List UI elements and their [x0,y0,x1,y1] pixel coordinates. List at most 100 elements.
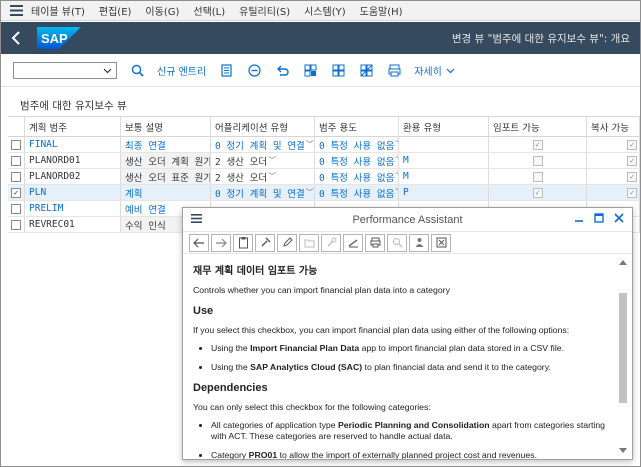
menu-selection[interactable]: 선택(L) [193,3,225,18]
forward-arrow-icon[interactable] [211,233,231,252]
row-select-checkbox[interactable] [8,153,25,168]
checkbox[interactable] [11,203,21,214]
undo-icon[interactable] [274,63,290,79]
dialog-toolbar [183,232,632,254]
menu-help[interactable]: 도움말(H) [360,3,403,18]
select-all-column[interactable] [8,117,25,136]
checkbox[interactable] [11,139,21,150]
description-cell[interactable]: 계획 [121,185,211,200]
scroll-thumb[interactable] [619,293,627,403]
table-row[interactable]: PLANORD02생산 오더 표준 원가2 생산 오더﹀0 특정 사용 없음﹀M… [8,169,640,185]
row-select-checkbox[interactable] [8,217,25,232]
select-all-icon[interactable] [302,63,318,79]
checkbox[interactable] [11,155,21,166]
folder-icon[interactable] [299,233,319,252]
note-icon[interactable] [343,233,363,252]
hamburger-menu-icon[interactable] [1,5,31,16]
back-button[interactable] [1,22,31,54]
find-icon[interactable] [129,63,145,79]
column-header-copy[interactable]: 복사 가능 [587,117,640,136]
row-select-checkbox[interactable]: ✓ [8,185,25,200]
chevron-down-icon[interactable]: ﹀ [306,187,314,198]
checkbox[interactable] [11,171,21,182]
usage-cell[interactable]: 0 특정 사용 없음﹀ [315,153,399,168]
category-cell[interactable]: PRELIM [25,201,121,216]
currency-type-cell[interactable]: P [399,185,489,200]
description-cell[interactable]: 최종 연결 [121,137,211,152]
menu-table-view[interactable]: 테이블 뷰(T) [31,3,85,18]
column-header-currency-type[interactable]: 환용 유형 [399,117,489,136]
scrollbar[interactable] [618,260,628,455]
import-checkbox [532,171,543,182]
category-cell[interactable]: PLN [25,185,121,200]
menu-bar: 테이블 뷰(T) 편집(E) 이동(G) 선택(L) 유틸리티(S) 시스템(Y… [1,1,640,21]
use-options-list: Using the Import Financial Plan Data app… [211,343,612,373]
deselect-all-icon[interactable] [358,63,374,79]
column-header-import[interactable]: 임포트 가능 [489,117,587,136]
category-cell[interactable]: PLANORD01 [25,153,121,168]
technical-info-icon[interactable] [255,233,275,252]
usage-cell[interactable]: 0 특정 사용 없음﹀ [315,169,399,184]
column-header-usage[interactable]: 범주 용도 [315,117,399,136]
chevron-down-icon[interactable]: ﹀ [306,139,314,150]
column-header-app-type[interactable]: 어플리케이션 유형 [211,117,315,136]
app-type-cell[interactable]: 2 생산 오더 ﹀ [211,153,315,168]
chevron-down-icon[interactable]: ﹀ [268,155,276,166]
scroll-down-icon[interactable] [619,448,627,453]
details-menu-button[interactable]: 자세히 [414,63,455,78]
new-entries-button[interactable]: 신규 엔트리 [157,63,206,78]
svg-text:SAP: SAP [41,31,68,46]
category-cell[interactable]: REVREC01 [25,217,121,232]
close-icon[interactable] [614,213,624,223]
currency-type-cell[interactable] [399,137,489,152]
print-icon[interactable] [386,63,402,79]
usage-cell[interactable]: 0 특정 사용 없음﹀ [315,185,399,200]
usage-cell[interactable]: 0 특정 사용 없음﹀ [315,137,399,152]
copy-as-icon[interactable] [218,63,234,79]
row-select-checkbox[interactable] [8,169,25,184]
description-cell[interactable]: 생산 오더 표준 원가 [121,169,211,184]
app-type-cell[interactable]: 0 정기 계획 및 연결 ﹀ [211,137,315,152]
category-cell[interactable]: FINAL [25,137,121,152]
delete-icon[interactable] [246,63,262,79]
table-row[interactable]: FINAL최종 연결0 정기 계획 및 연결﹀0 특정 사용 없음﹀ ✓ ✓ [8,137,640,153]
edit-icon[interactable] [277,233,297,252]
document-icon[interactable] [233,233,253,252]
scroll-up-icon[interactable] [619,260,627,265]
table-row[interactable]: PLANORD01생산 오더 계획 원가2 생산 오더﹀0 특정 사용 없음﹀M… [8,153,640,169]
column-header-description[interactable]: 보통 설명 [121,117,211,136]
command-dropdown[interactable] [13,62,117,79]
back-arrow-icon[interactable] [189,233,209,252]
category-cell[interactable]: PLANORD02 [25,169,121,184]
chevron-down-icon [103,68,112,73]
list-item: All categories of application type Perio… [211,420,612,442]
menu-goto[interactable]: 이동(G) [145,3,179,18]
currency-type-cell[interactable]: M [399,153,489,168]
menu-system[interactable]: 시스템(Y) [304,3,346,18]
app-type-cell[interactable]: 2 생산 오더 ﹀ [211,169,315,184]
row-select-checkbox[interactable] [8,201,25,216]
column-header-category[interactable]: 계획 범주 [25,117,121,136]
row-select-checkbox[interactable] [8,137,25,152]
copy-checkbox: ✓ [627,171,637,182]
menu-utilities[interactable]: 유틸리티(S) [239,3,290,18]
chevron-down-icon[interactable]: ﹀ [268,171,276,182]
select-block-icon[interactable] [330,63,346,79]
app-type-cell[interactable]: 0 정기 계획 및 연결 ﹀ [211,185,315,200]
hamburger-menu-icon[interactable] [191,213,202,226]
link-icon[interactable] [321,233,341,252]
table-row[interactable]: ✓ PLN계획0 정기 계획 및 연결﹀0 특정 사용 없음﹀P ✓ ✓ [8,185,640,201]
maximize-icon[interactable] [594,213,604,223]
print-icon[interactable] [365,233,385,252]
checkbox[interactable] [11,219,21,230]
help-content: 재무 계획 데이터 임포트 가능 Controls whether you ca… [193,258,612,459]
close-box-icon[interactable] [431,233,451,252]
menu-edit[interactable]: 편집(E) [99,3,132,18]
checkbox[interactable]: ✓ [11,187,21,198]
search-icon[interactable] [387,233,407,252]
description-cell[interactable]: 생산 오더 계획 원가 [121,153,211,168]
import-checkbox [532,155,543,166]
currency-type-cell[interactable]: M [399,169,489,184]
minimize-icon[interactable] [574,213,584,223]
person-icon[interactable] [409,233,429,252]
